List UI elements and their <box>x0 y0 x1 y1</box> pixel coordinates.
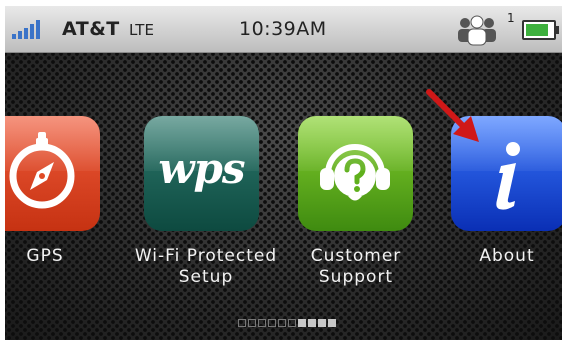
page-dot <box>318 319 326 327</box>
network-type: LTE <box>129 21 154 39</box>
headset-question-icon <box>320 144 390 201</box>
page-dot <box>288 319 296 327</box>
carrier-name: AT&T <box>62 18 120 40</box>
red-arrow-icon <box>426 89 479 142</box>
page-dot <box>328 319 336 327</box>
clock: 10:39AM <box>239 18 327 40</box>
gps-label: GPS <box>26 246 64 266</box>
wps-label: Wi-Fi Protected Setup <box>134 246 278 287</box>
page-dot <box>298 319 306 327</box>
battery-icon <box>522 20 559 40</box>
page-dot <box>258 319 266 327</box>
compass-icon <box>9 132 75 209</box>
page-indicator <box>238 319 336 327</box>
wps-app-button[interactable]: wps <box>144 116 259 231</box>
page-dot <box>238 319 246 327</box>
battery-level <box>526 24 548 36</box>
users-icon <box>458 15 496 46</box>
status-bar: AT&T LTE 10:39AM 1 <box>5 6 562 53</box>
customer-support-app-button[interactable] <box>298 116 413 231</box>
wps-icon: wps <box>158 144 245 193</box>
page-dot <box>308 319 316 327</box>
signal-bars-icon <box>12 20 40 39</box>
gps-app-button[interactable] <box>5 116 100 231</box>
page-dot <box>248 319 256 327</box>
customer-support-label: Customer Support <box>310 246 402 287</box>
about-label: About <box>479 246 535 266</box>
page-dot <box>278 319 286 327</box>
device-screen: AT&T LTE 10:39AM 1 GPS wps Wi-Fi Protect… <box>5 6 562 340</box>
page-dot <box>268 319 276 327</box>
connected-users-count: 1 <box>507 11 515 25</box>
